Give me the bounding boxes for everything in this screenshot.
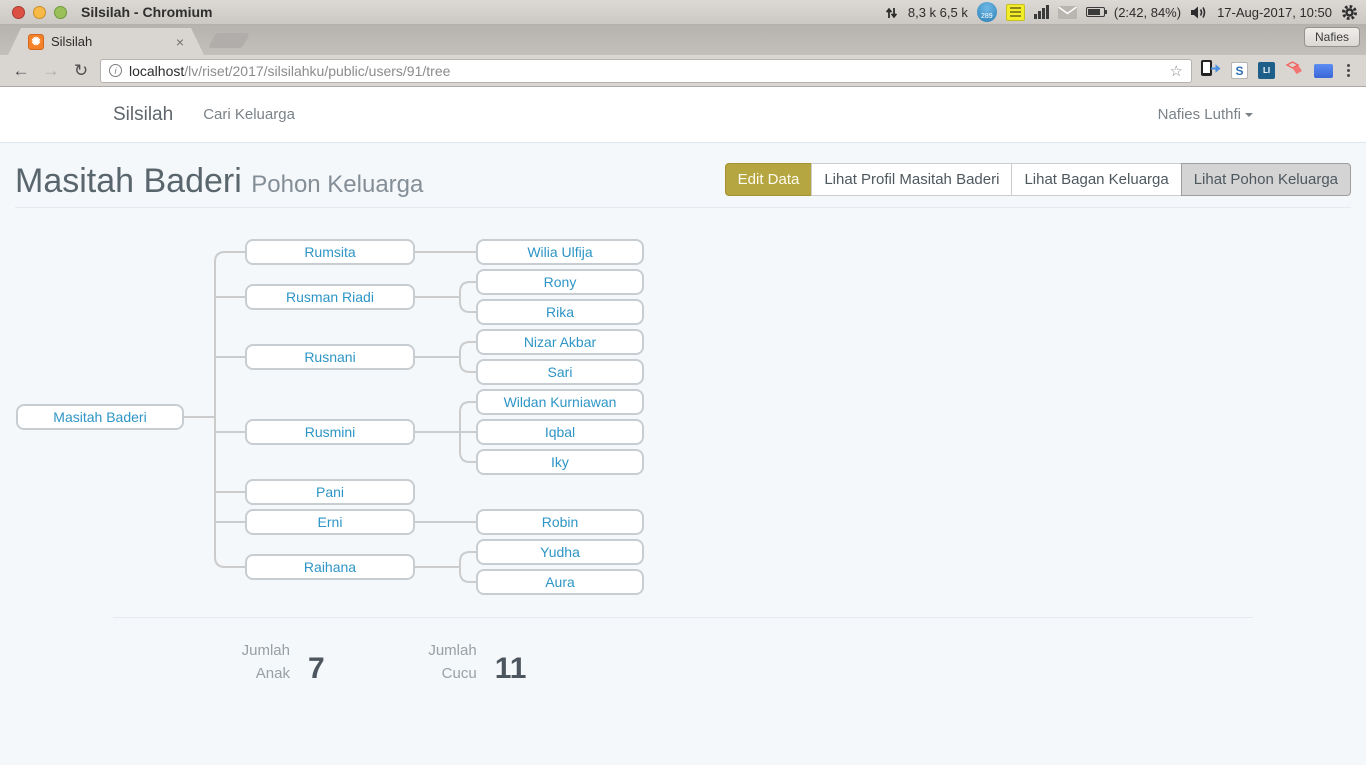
tree-node-iky[interactable]: Iky — [476, 449, 644, 475]
lihat-profil-masitah-baderi-button[interactable]: Lihat Profil Masitah Baderi — [811, 163, 1012, 196]
stat-jumlah-cucu: Jumlah Cucu 11 — [405, 640, 527, 685]
page-title: Masitah Baderi Pohon Keluarga — [15, 159, 423, 207]
clock-text[interactable]: 17-Aug-2017, 10:50 — [1217, 5, 1332, 20]
tab-title: Silsilah — [51, 34, 169, 49]
stat-jumlah-anak: Jumlah Anak 7 — [218, 640, 325, 685]
tree-node-rika[interactable]: Rika — [476, 299, 644, 325]
summary-stats: Jumlah Anak 7 Jumlah Cucu 11 — [113, 618, 1253, 685]
gear-icon[interactable] — [1341, 4, 1358, 21]
tab-silsilah[interactable]: ✺ Silsilah × — [8, 28, 204, 55]
tree-node-rusmini[interactable]: Rusmini — [245, 419, 415, 445]
address-bar[interactable]: i localhost/lv/riset/2017/silsilahku/pub… — [100, 59, 1192, 83]
system-panel: Silsilah - Chromium 8,3 k 6,5 k 289 (2:4… — [0, 0, 1366, 25]
tab-favicon-icon: ✺ — [28, 34, 44, 50]
tab-close-icon[interactable]: × — [176, 34, 184, 50]
window-close-button[interactable] — [12, 6, 25, 19]
tree-node-iqbal[interactable]: Iqbal — [476, 419, 644, 445]
tree-node-wilia-ulfija[interactable]: Wilia Ulfija — [476, 239, 644, 265]
tree-node-wildan-kurniawan[interactable]: Wildan Kurniawan — [476, 389, 644, 415]
edit-data-button[interactable]: Edit Data — [725, 163, 813, 196]
page-subtitle: Pohon Keluarga — [251, 171, 423, 198]
url-text[interactable]: localhost/lv/riset/2017/silsilahku/publi… — [129, 63, 1163, 79]
tree-node-yudha[interactable]: Yudha — [476, 539, 644, 565]
action-button-group: Edit DataLihat Profil Masitah BaderiLiha… — [725, 163, 1351, 196]
tab-strip: ✺ Silsilah × Nafies — [0, 25, 1366, 55]
chevron-down-icon — [1245, 113, 1253, 117]
tree-node-masitah-baderi[interactable]: Masitah Baderi — [16, 404, 184, 430]
browser-toolbar: ← → ↻ i localhost/lv/riset/2017/silsilah… — [0, 55, 1366, 87]
window-title: Silsilah - Chromium — [81, 4, 212, 20]
window-maximize-button[interactable] — [54, 6, 67, 19]
tree-node-erni[interactable]: Erni — [245, 509, 415, 535]
window-minimize-button[interactable] — [33, 6, 46, 19]
stat-label: Jumlah Anak — [218, 640, 290, 685]
user-dropdown[interactable]: Nafies Luthfi — [1158, 106, 1253, 123]
mobile-view-extension-icon[interactable] — [1200, 59, 1221, 82]
page-info-icon[interactable]: i — [109, 64, 122, 77]
family-tree: Masitah Baderi Rumsita Wilia Ulfija Rusman … — [15, 208, 1351, 603]
browser-menu-icon[interactable] — [1343, 64, 1354, 77]
laravel-extension-icon[interactable] — [1285, 61, 1304, 81]
brand-link[interactable]: Silsilah — [113, 104, 173, 126]
stat-value: 11 — [495, 652, 527, 685]
volume-icon[interactable] — [1190, 5, 1208, 20]
tree-node-rumsita[interactable]: Rumsita — [245, 239, 415, 265]
tree-node-raihana[interactable]: Raihana — [245, 554, 415, 580]
page-header: Masitah Baderi Pohon Keluarga Edit DataL… — [0, 143, 1366, 207]
window-resizer-extension-icon[interactable] — [1314, 64, 1333, 78]
tree-node-robin[interactable]: Robin — [476, 509, 644, 535]
mail-icon[interactable] — [1058, 6, 1077, 19]
battery-status-text: (2:42, 84%) — [1114, 5, 1181, 20]
browser-profile-button[interactable]: Nafies — [1304, 27, 1360, 47]
indicator-badge-icon[interactable]: 289 — [977, 2, 997, 22]
back-button[interactable]: ← — [10, 61, 32, 81]
battery-icon[interactable] — [1086, 7, 1105, 17]
extension-li-icon[interactable]: LI — [1258, 62, 1275, 79]
stat-value: 7 — [308, 652, 325, 685]
lihat-bagan-keluarga-button[interactable]: Lihat Bagan Keluarga — [1011, 163, 1181, 196]
tree-node-nizar-akbar[interactable]: Nizar Akbar — [476, 329, 644, 355]
bookmark-star-icon[interactable]: ☆ — [1170, 62, 1183, 80]
app-navbar: Silsilah Cari Keluarga Nafies Luthfi — [0, 87, 1366, 143]
stat-label: Jumlah Cucu — [405, 640, 477, 685]
network-speed-text: 8,3 k 6,5 k — [908, 5, 968, 20]
reload-button[interactable]: ↻ — [70, 61, 92, 81]
tree-node-rusnani[interactable]: Rusnani — [245, 344, 415, 370]
signal-strength-icon[interactable] — [1034, 5, 1049, 19]
tree-node-rusman-riadi[interactable]: Rusman Riadi — [245, 284, 415, 310]
tree-node-rony[interactable]: Rony — [476, 269, 644, 295]
tree-node-pani[interactable]: Pani — [245, 479, 415, 505]
tree-node-aura[interactable]: Aura — [476, 569, 644, 595]
forward-button[interactable]: → — [40, 61, 62, 81]
nav-cari-keluarga[interactable]: Cari Keluarga — [203, 106, 295, 123]
tree-node-sari[interactable]: Sari — [476, 359, 644, 385]
extension-s-icon[interactable]: S — [1231, 62, 1248, 79]
lihat-pohon-keluarga-button[interactable]: Lihat Pohon Keluarga — [1181, 163, 1351, 196]
new-tab-button[interactable] — [208, 33, 250, 48]
network-traffic-icon — [884, 5, 899, 20]
notes-indicator-icon[interactable] — [1006, 4, 1025, 21]
